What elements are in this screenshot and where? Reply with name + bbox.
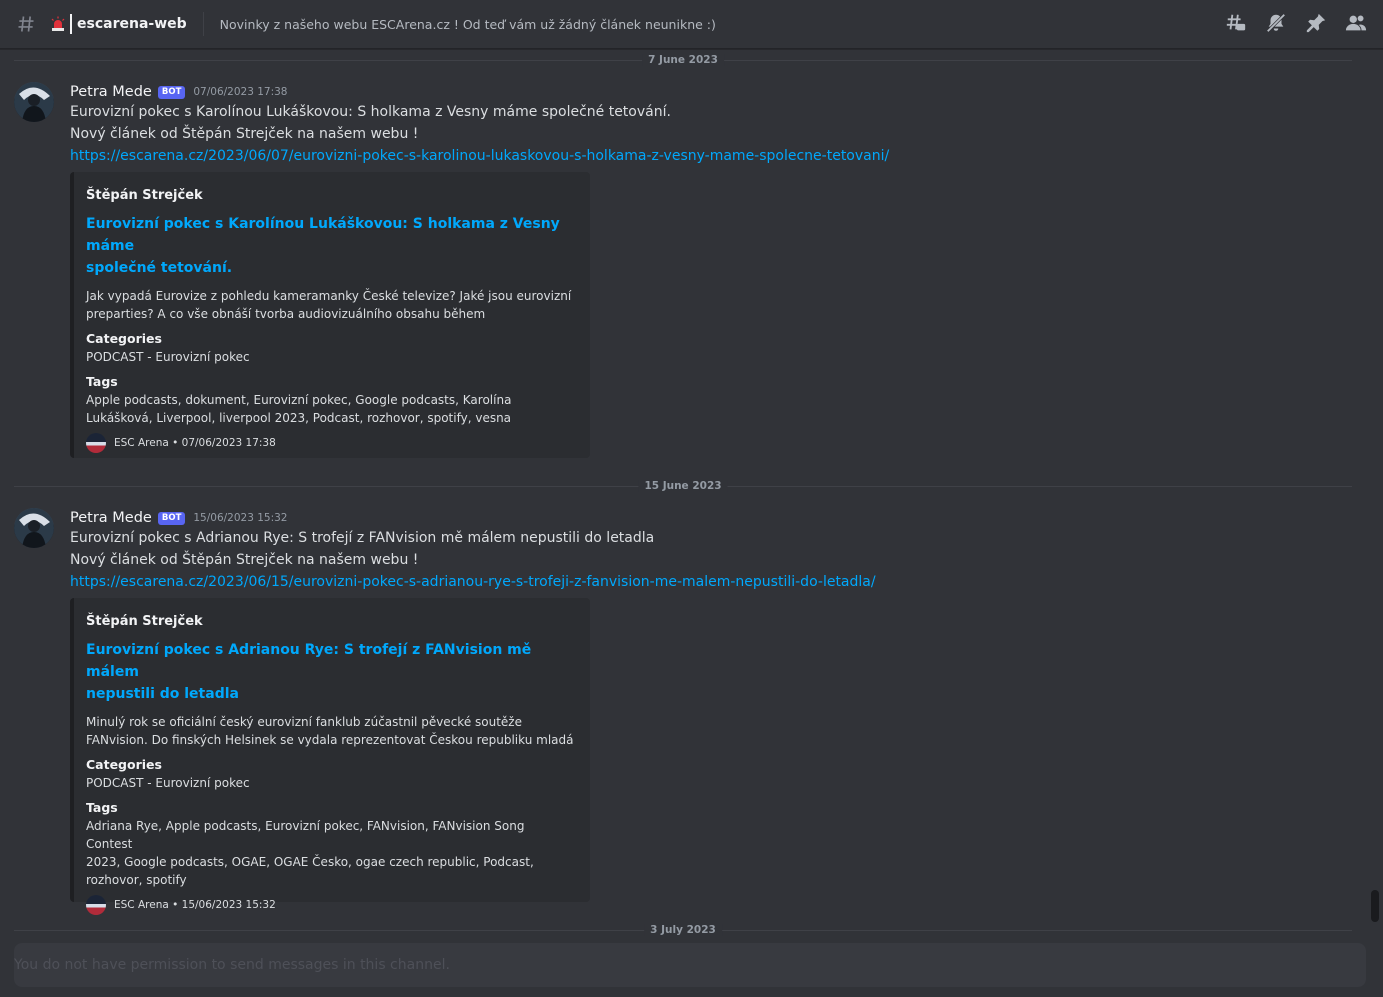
embed-tags-line: rozhovor, spotify: [86, 873, 187, 887]
author-name[interactable]: Petra Mede: [70, 84, 152, 100]
bot-tag: BOT: [157, 511, 186, 525]
embed-field-value: Apple podcasts, dokument, Eurovizní poke…: [86, 391, 574, 427]
message-header: Petra Mede BOT 07/06/2023 17:38: [70, 82, 288, 102]
embed-description: Minulý rok se oficiální český eurovizní …: [86, 713, 574, 749]
article-link[interactable]: https://escarena.cz/2023/06/07/eurovizni…: [70, 148, 889, 164]
embed-tags-line: Adriana Rye, Apple podcasts, Eurovizní p…: [86, 819, 525, 851]
date-divider: 7 June 2023: [14, 54, 1352, 66]
embed-title-line[interactable]: Eurovizní pokec s Karolínou Lukáškovou: …: [86, 213, 574, 257]
message-text: Nový článek od Štěpán Strejček na našem …: [70, 126, 419, 142]
embed-field-value: Adriana Rye, Apple podcasts, Eurovizní p…: [86, 817, 574, 889]
embed-title-line[interactable]: nepustili do letadla: [86, 683, 574, 705]
date-divider-label: 15 June 2023: [638, 480, 728, 492]
channel-name: escarena-web: [77, 16, 187, 32]
discord-window: escarena-web Novinky z našeho webu ESCAr…: [0, 0, 1383, 997]
title-separator: [70, 14, 72, 34]
date-divider: 3 July 2023: [14, 924, 1352, 936]
channel-header: escarena-web Novinky z našeho webu ESCAr…: [0, 0, 1383, 49]
embed-description: Jak vypadá Eurovize z pohledu kameramank…: [86, 287, 574, 323]
embed-field-value: PODCAST - Eurovizní pokec: [86, 350, 250, 364]
embed-description-line: Minulý rok se oficiální český eurovizní …: [86, 715, 522, 729]
embed-title[interactable]: Eurovizní pokec s Karolínou Lukáškovou: …: [86, 213, 574, 279]
esc-arena-logo-icon: [86, 433, 106, 453]
link-embed: Štěpán Strejček Eurovizní pokec s Karolí…: [70, 172, 590, 458]
input-placeholder: You do not have permission to send messa…: [14, 957, 450, 973]
avatar[interactable]: [14, 82, 54, 122]
header-toolbar: [1225, 12, 1367, 34]
embed-footer-text: ESC Arena • 07/06/2023 17:38: [114, 437, 276, 449]
date-divider-label: 7 June 2023: [642, 54, 724, 66]
embed-footer: ESC Arena • 15/06/2023 15:32: [86, 895, 574, 915]
embed-description-line: preparties? A co vše obnáší tvorba audio…: [86, 307, 486, 321]
embed-field-name: Categories: [86, 757, 162, 772]
pin-icon[interactable]: [1305, 12, 1327, 34]
date-divider: 15 June 2023: [14, 480, 1352, 492]
channel-topic[interactable]: Novinky z našeho webu ESCArena.cz ! Od t…: [220, 17, 716, 32]
embed-field-name: Tags: [86, 800, 118, 815]
message-input-disabled: You do not have permission to send messa…: [14, 943, 1366, 987]
message-list[interactable]: 7 June 2023 Petra Mede BOT 07/06/2023 17…: [0, 49, 1370, 941]
embed-author: Štěpán Strejček: [86, 188, 203, 203]
message-link-line: https://escarena.cz/2023/06/07/eurovizni…: [70, 148, 889, 164]
message-header: Petra Mede BOT 15/06/2023 15:32: [70, 508, 288, 528]
avatar[interactable]: [14, 508, 54, 548]
message-timestamp: 07/06/2023 17:38: [193, 86, 288, 98]
mute-icon[interactable]: [1265, 12, 1287, 34]
embed-footer: ESC Arena • 07/06/2023 17:38: [86, 433, 574, 453]
bot-tag: BOT: [157, 85, 186, 99]
message-text: Nový článek od Štěpán Strejček na našem …: [70, 552, 419, 568]
embed-footer-text: ESC Arena • 15/06/2023 15:32: [114, 899, 276, 911]
esc-arena-logo-icon: [86, 895, 106, 915]
members-icon[interactable]: [1345, 12, 1367, 34]
threads-icon[interactable]: [1225, 12, 1247, 34]
embed-description-line: FANvision. Do finských Helsinek se vydal…: [86, 733, 574, 747]
embed-title-line[interactable]: Eurovizní pokec s Adrianou Rye: S trofej…: [86, 639, 574, 683]
embed-field-name: Tags: [86, 374, 118, 389]
article-link[interactable]: https://escarena.cz/2023/06/15/eurovizni…: [70, 574, 876, 590]
embed-title-line[interactable]: společné tetování.: [86, 257, 574, 279]
scrollbar[interactable]: [1371, 49, 1379, 941]
link-embed: Štěpán Strejček Eurovizní pokec s Adrian…: [70, 598, 590, 915]
siren-icon: [51, 16, 65, 31]
scrollbar-thumb[interactable]: [1371, 890, 1379, 922]
message-link-line: https://escarena.cz/2023/06/15/eurovizni…: [70, 574, 876, 590]
message-text: Eurovizní pokec s Adrianou Rye: S trofej…: [70, 530, 655, 546]
embed-description-line: Jak vypadá Eurovize z pohledu kameramank…: [86, 289, 572, 303]
embed-tags-line: 2023, Google podcasts, OGAE, OGAE Česko,…: [86, 855, 534, 869]
hash-icon: [18, 16, 34, 32]
embed-field-name: Categories: [86, 331, 162, 346]
embed-title[interactable]: Eurovizní pokec s Adrianou Rye: S trofej…: [86, 639, 574, 705]
embed-tags-line: Lukášková, Liverpool, liverpool 2023, Po…: [86, 411, 512, 425]
embed-author: Štěpán Strejček: [86, 614, 203, 629]
message-text: Eurovizní pokec s Karolínou Lukáškovou: …: [70, 104, 671, 120]
embed-tags-line: Apple podcasts, dokument, Eurovizní poke…: [86, 393, 512, 407]
embed-field-value: PODCAST - Eurovizní pokec: [86, 776, 250, 790]
header-divider: [202, 12, 204, 36]
author-name[interactable]: Petra Mede: [70, 510, 152, 526]
message-timestamp: 15/06/2023 15:32: [193, 512, 288, 524]
date-divider-label: 3 July 2023: [644, 924, 722, 936]
